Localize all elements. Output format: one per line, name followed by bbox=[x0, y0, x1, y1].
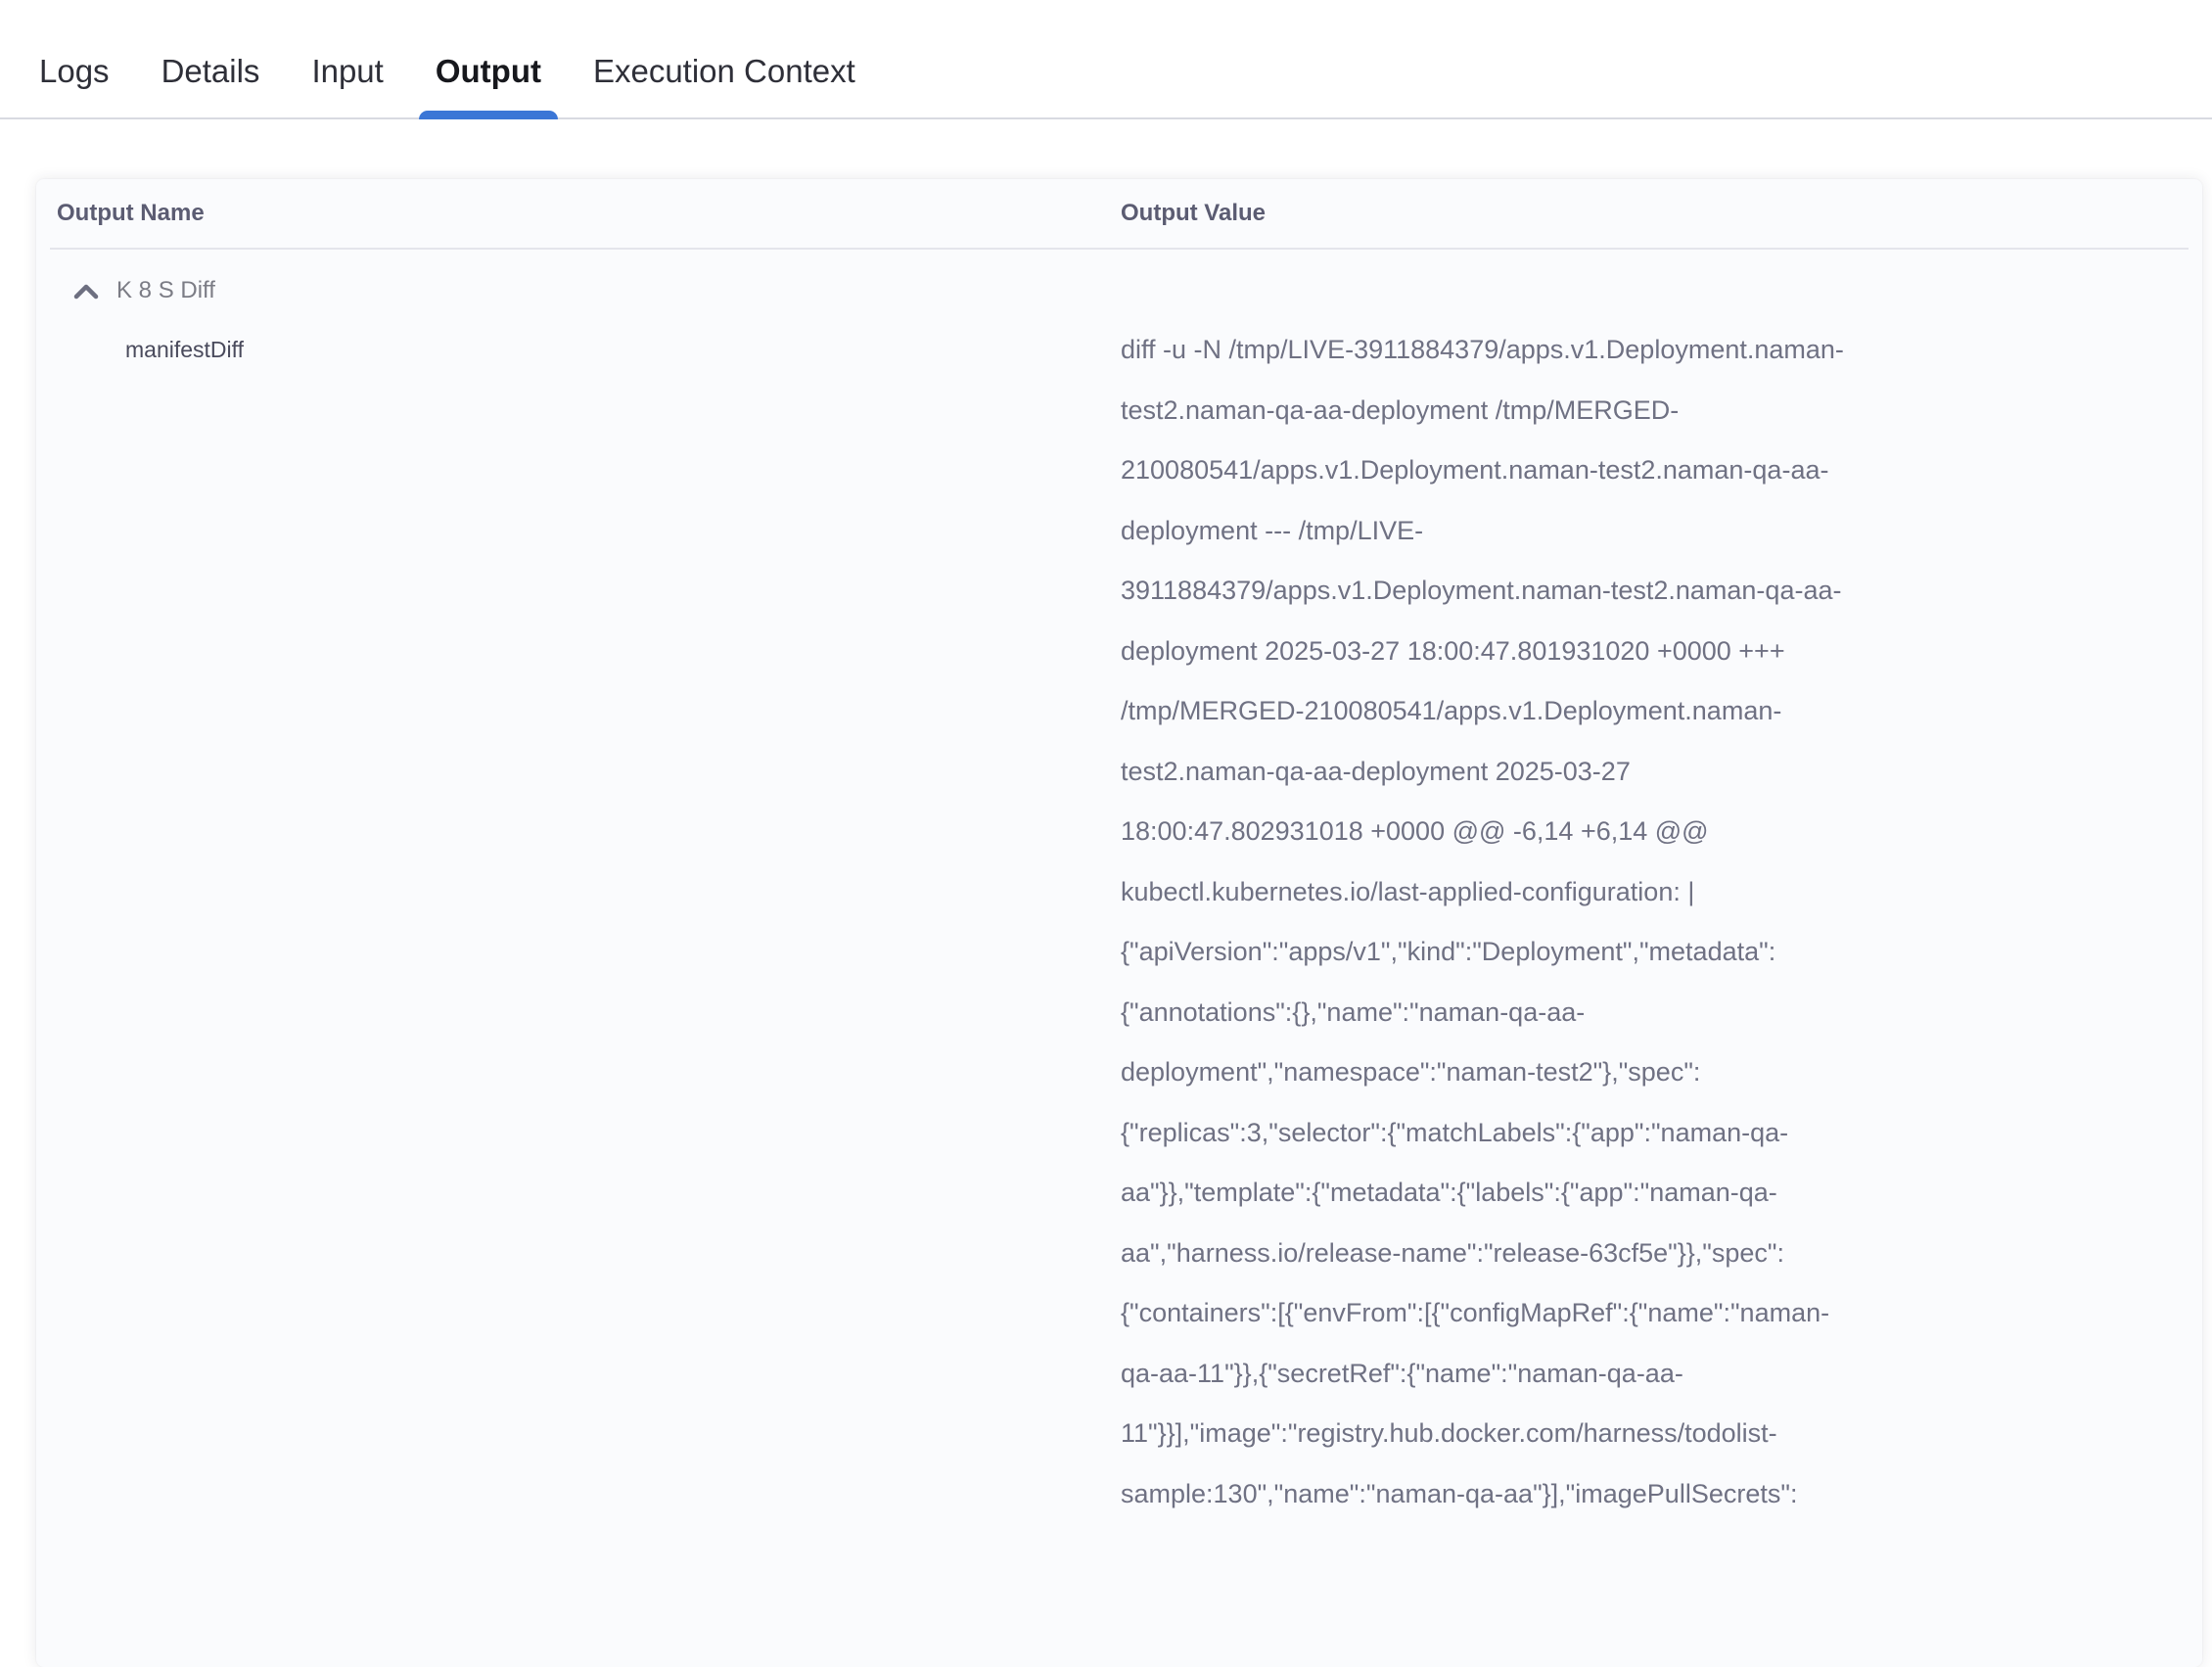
tab-logs[interactable]: Logs bbox=[39, 55, 110, 117]
tab-execution-context[interactable]: Execution Context bbox=[593, 55, 855, 117]
group-label[interactable]: K 8 S Diff bbox=[116, 277, 215, 304]
table-row: manifestDiff diff -u -N /tmp/LIVE-391188… bbox=[36, 320, 2202, 1524]
header-divider bbox=[50, 248, 2189, 250]
output-value-cell: diff -u -N /tmp/LIVE-3911884379/apps.v1.… bbox=[1121, 320, 2080, 1524]
tab-details[interactable]: Details bbox=[161, 55, 260, 117]
output-table-card: Output Name Output Value K 8 S Diff mani… bbox=[36, 179, 2202, 1667]
chevron-up-icon[interactable] bbox=[73, 278, 99, 303]
column-header-output-name: Output Name bbox=[36, 200, 1121, 227]
tab-bar: Logs Details Input Output Execution Cont… bbox=[0, 0, 2212, 119]
group-row-k8s-diff: K 8 S Diff bbox=[36, 261, 2202, 320]
tab-input[interactable]: Input bbox=[311, 55, 383, 117]
output-name-cell: manifestDiff bbox=[36, 320, 1121, 381]
tab-output[interactable]: Output bbox=[436, 55, 541, 117]
column-header-output-value: Output Value bbox=[1121, 200, 2202, 227]
output-table-header: Output Name Output Value bbox=[36, 179, 2202, 248]
